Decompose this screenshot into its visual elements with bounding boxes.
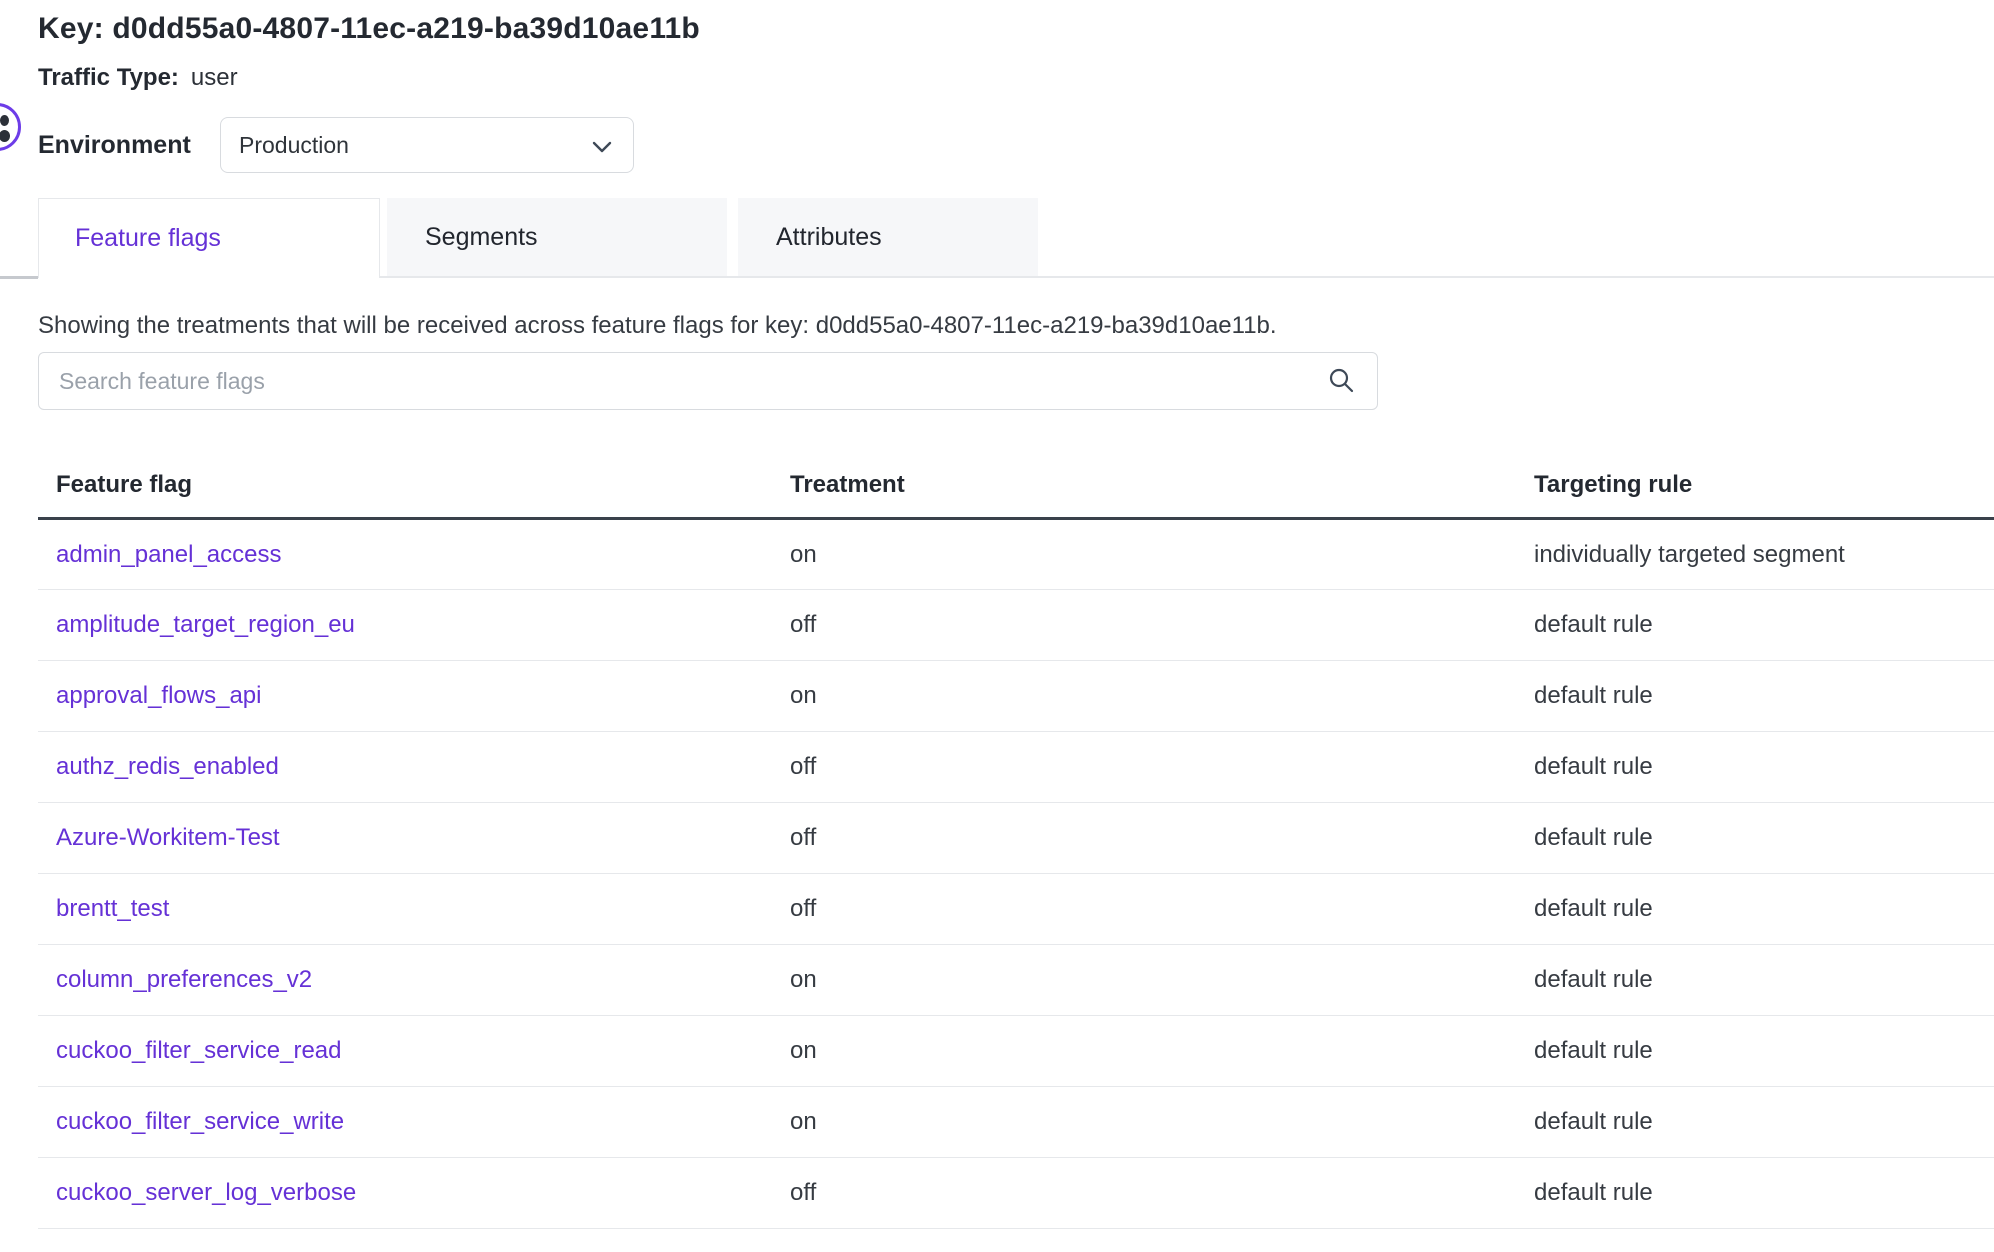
feature-flag-link[interactable]: amplitude_target_region_eu — [56, 611, 355, 638]
tab-attributes[interactable]: Attributes — [738, 198, 1038, 276]
environment-label: Environment — [38, 131, 191, 160]
targeting-rule-value: default rule — [1534, 590, 1994, 661]
treatment-value: on — [790, 661, 1534, 732]
search-icon[interactable] — [1326, 366, 1356, 396]
traffic-type-label: Traffic Type: — [38, 64, 179, 91]
tab-feature-flags[interactable]: Feature flags — [38, 198, 380, 278]
targeting-rule-value: default rule — [1534, 1087, 1994, 1158]
treatment-value: off — [790, 732, 1534, 803]
tabbar-divider-left-segment — [0, 276, 38, 279]
treatment-value: off — [790, 874, 1534, 945]
table-row: approval_flows_api on default rule — [38, 661, 1994, 732]
targeting-rule-value: default rule — [1534, 1016, 1994, 1087]
treatment-value: on — [790, 1016, 1534, 1087]
table-row: column_preferences_v2 on default rule — [38, 945, 1994, 1016]
feature-flag-link[interactable]: cuckoo_server_log_verbose — [56, 1179, 356, 1206]
feature-flags-table: Feature flag Treatment Targeting rule ad… — [38, 445, 1994, 1229]
environment-select[interactable]: Production — [220, 117, 634, 173]
partial-circle-button[interactable] — [0, 103, 21, 151]
targeting-rule-value: default rule — [1534, 803, 1994, 874]
targeting-rule-value: individually targeted segment — [1534, 519, 1994, 590]
targeting-rule-value: default rule — [1534, 945, 1994, 1016]
treatment-value: on — [790, 519, 1534, 590]
targeting-rule-value: default rule — [1534, 1158, 1994, 1229]
feature-flag-link[interactable]: admin_panel_access — [56, 541, 281, 568]
table-row: Azure-Workitem-Test off default rule — [38, 803, 1994, 874]
chevron-down-icon — [589, 134, 615, 160]
targeting-rule-value: default rule — [1534, 874, 1994, 945]
treatment-value: on — [790, 1087, 1534, 1158]
treatment-value: on — [790, 945, 1534, 1016]
traffic-type-row: Traffic Type: user — [38, 64, 238, 92]
table-row: amplitude_target_region_eu off default r… — [38, 590, 1994, 661]
tab-feature-flags-label: Feature flags — [75, 224, 221, 253]
treatment-value: off — [790, 1158, 1534, 1229]
feature-flag-link[interactable]: brentt_test — [56, 895, 169, 922]
feature-flag-link[interactable]: cuckoo_filter_service_write — [56, 1108, 344, 1135]
feature-flag-link[interactable]: Azure-Workitem-Test — [56, 824, 280, 851]
table-row: cuckoo_filter_service_read on default ru… — [38, 1016, 1994, 1087]
table-row: brentt_test off default rule — [38, 874, 1994, 945]
page-title: Key: d0dd55a0-4807-11ec-a219-ba39d10ae11… — [38, 12, 700, 46]
table-row: cuckoo_filter_service_write on default r… — [38, 1087, 1994, 1158]
search-input[interactable] — [38, 352, 1378, 410]
tab-segments[interactable]: Segments — [387, 198, 727, 276]
treatment-value: off — [790, 590, 1534, 661]
tab-segments-label: Segments — [425, 223, 538, 252]
table-header-row: Feature flag Treatment Targeting rule — [38, 445, 1994, 519]
traffic-type-value: user — [191, 64, 238, 91]
feature-flag-link[interactable]: column_preferences_v2 — [56, 966, 312, 993]
environment-selected-value: Production — [239, 132, 349, 159]
column-header-targeting-rule: Targeting rule — [1534, 445, 1994, 519]
targeting-rule-value: default rule — [1534, 661, 1994, 732]
treatments-description: Showing the treatments that will be rece… — [38, 312, 1277, 340]
column-header-treatment: Treatment — [790, 445, 1534, 519]
tab-attributes-label: Attributes — [776, 223, 882, 252]
targeting-rule-value: default rule — [1534, 732, 1994, 803]
column-header-feature-flag: Feature flag — [38, 445, 790, 519]
search-container — [38, 352, 1378, 410]
treatment-value: off — [790, 803, 1534, 874]
table-row: admin_panel_access on individually targe… — [38, 519, 1994, 590]
feature-flag-link[interactable]: cuckoo_filter_service_read — [56, 1037, 341, 1064]
table-row: authz_redis_enabled off default rule — [38, 732, 1994, 803]
feature-flag-link[interactable]: authz_redis_enabled — [56, 753, 279, 780]
table-row: cuckoo_server_log_verbose off default ru… — [38, 1158, 1994, 1229]
feature-flag-link[interactable]: approval_flows_api — [56, 682, 261, 709]
